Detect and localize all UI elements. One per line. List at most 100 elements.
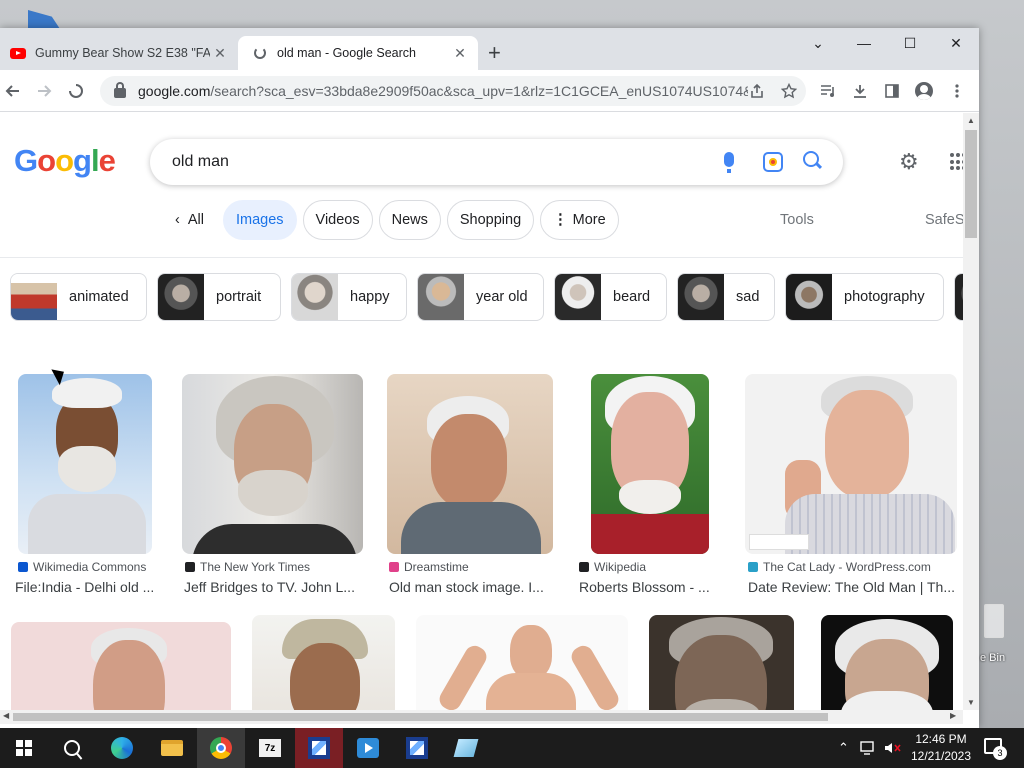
chip-partial[interactable] <box>954 273 963 321</box>
taskbar-edge[interactable] <box>98 728 146 768</box>
chrome-window: Gummy Bear Show S2 E38 "FACT ✕ old man -… <box>0 28 979 728</box>
menu-kebab-icon[interactable] <box>944 78 970 104</box>
scrollbar-thumb[interactable] <box>13 713 828 721</box>
result-thumbnail[interactable] <box>649 615 794 710</box>
back-button[interactable] <box>0 78 26 104</box>
result-caption[interactable]: Date Review: The Old Man | Th... <box>748 579 955 595</box>
google-lens-icon[interactable] <box>763 152 783 172</box>
profile-avatar[interactable] <box>911 78 937 104</box>
forward-button[interactable] <box>31 78 57 104</box>
taskbar-movavi-2[interactable] <box>393 728 441 768</box>
scroll-right-arrow-icon[interactable]: ▶ <box>950 711 956 720</box>
result-caption[interactable]: Roberts Blossom - ... <box>579 579 710 595</box>
chip-thumbnail <box>11 274 57 320</box>
7zip-icon: 7z <box>259 739 281 757</box>
bookmark-star-icon[interactable] <box>778 80 800 102</box>
tab-all[interactable]: ‹ All <box>162 200 217 240</box>
microphone-icon[interactable] <box>724 152 734 173</box>
taskbar-video-player[interactable] <box>344 728 392 768</box>
side-panel-icon[interactable] <box>879 78 905 104</box>
chip-year-old[interactable]: year old <box>417 273 544 321</box>
url-text[interactable]: google.com/search?sca_esv=33bda8e2909f50… <box>138 83 748 99</box>
address-bar[interactable]: google.com/search?sca_esv=33bda8e2909f50… <box>100 76 806 106</box>
taskbar-search-button[interactable] <box>48 728 96 768</box>
taskbar-file-explorer[interactable] <box>148 728 196 768</box>
search-nav-tabs: ‹ All Images Videos News Shopping ⋮ More <box>162 200 619 240</box>
search-icon[interactable] <box>802 150 824 172</box>
tab-news[interactable]: News <box>378 200 441 240</box>
safesearch-button[interactable]: SafeS <box>925 212 963 228</box>
stop-loading-button[interactable] <box>63 78 89 104</box>
tab-videos[interactable]: Videos <box>302 200 373 240</box>
result-caption[interactable]: File:India - Delhi old ... <box>15 579 154 595</box>
taskbar-movavi[interactable] <box>295 728 343 768</box>
chip-beard[interactable]: beard <box>554 273 667 321</box>
tab-close-icon[interactable]: ✕ <box>450 45 470 62</box>
tab-gummy-bear[interactable]: Gummy Bear Show S2 E38 "FACT ✕ <box>0 36 238 70</box>
minimize-button[interactable]: — <box>841 28 887 58</box>
network-icon[interactable] <box>860 728 878 768</box>
maximize-button[interactable]: ☐ <box>887 28 933 58</box>
volume-muted-icon[interactable] <box>884 728 902 768</box>
chip-thumbnail <box>158 274 204 320</box>
google-logo[interactable]: Google <box>14 143 116 179</box>
divider <box>0 257 963 258</box>
chip-happy[interactable]: happy <box>291 273 407 321</box>
tools-button[interactable]: Tools <box>780 212 814 228</box>
taskbar-7zip[interactable]: 7z <box>246 728 294 768</box>
chip-sad[interactable]: sad <box>677 273 775 321</box>
result-thumbnail[interactable] <box>11 622 231 710</box>
chip-thumbnail <box>955 274 963 320</box>
taskbar-chrome[interactable] <box>197 728 245 768</box>
chip-animated[interactable]: animated <box>10 273 147 321</box>
result-thumbnail[interactable] <box>387 374 553 554</box>
result-source: The Cat Lady - WordPress.com <box>748 560 931 574</box>
taskbar-app[interactable] <box>442 728 490 768</box>
recycle-bin-icon[interactable]: e Bin <box>980 600 1024 670</box>
horizontal-scrollbar[interactable]: ◀ ▶ <box>0 710 963 724</box>
scroll-down-arrow-icon[interactable]: ▼ <box>967 698 975 707</box>
vertical-scrollbar[interactable]: ▲ ▼ <box>963 113 979 710</box>
tab-images[interactable]: Images <box>222 200 297 240</box>
tab-more[interactable]: ⋮ More <box>540 200 619 240</box>
result-thumbnail[interactable] <box>821 615 953 710</box>
scroll-up-arrow-icon[interactable]: ▲ <box>967 116 975 125</box>
result-thumbnail[interactable] <box>252 615 395 710</box>
loading-spinner-icon <box>252 45 268 61</box>
search-input[interactable] <box>172 153 692 171</box>
notification-count-badge: 3 <box>993 746 1007 760</box>
result-thumbnail[interactable] <box>745 374 957 554</box>
chip-photography[interactable]: photography <box>785 273 944 321</box>
result-source: Wikimedia Commons <box>18 560 146 574</box>
new-tab-button[interactable]: + <box>488 42 501 64</box>
lock-icon[interactable] <box>114 82 126 98</box>
tab-search-button[interactable]: ⌄ <box>795 28 841 58</box>
glass-app-icon <box>453 739 479 757</box>
media-control-icon[interactable] <box>815 78 841 104</box>
chrome-icon <box>210 737 232 759</box>
tab-google-search[interactable]: old man - Google Search ✕ <box>238 36 478 70</box>
scroll-left-arrow-icon[interactable]: ◀ <box>3 711 9 720</box>
share-icon[interactable] <box>746 80 768 102</box>
tab-shopping[interactable]: Shopping <box>446 200 535 240</box>
result-thumbnail[interactable] <box>18 374 152 554</box>
forward-arrow-icon <box>38 85 52 97</box>
settings-gear-icon[interactable]: ⚙ <box>899 151 921 173</box>
apps-grid-icon[interactable] <box>950 153 963 171</box>
downloads-icon[interactable] <box>847 78 873 104</box>
show-hidden-icons-icon[interactable]: ⌃ <box>838 728 849 768</box>
close-window-button[interactable]: ✕ <box>933 28 979 58</box>
result-thumbnail[interactable] <box>591 374 709 554</box>
system-clock[interactable]: 12:46 PM 12/21/2023 <box>906 731 976 765</box>
video-player-icon <box>357 738 379 758</box>
tab-close-icon[interactable]: ✕ <box>210 45 230 62</box>
result-caption[interactable]: Jeff Bridges to TV. John L... <box>184 579 355 595</box>
scrollbar-thumb[interactable] <box>965 130 977 238</box>
result-caption[interactable]: Old man stock image. I... <box>389 579 544 595</box>
start-button[interactable] <box>0 728 48 768</box>
youtube-icon <box>10 45 26 61</box>
result-thumbnail[interactable] <box>416 615 628 710</box>
chip-portrait[interactable]: portrait <box>157 273 281 321</box>
result-thumbnail[interactable] <box>182 374 363 554</box>
result-source: The New York Times <box>185 560 310 574</box>
